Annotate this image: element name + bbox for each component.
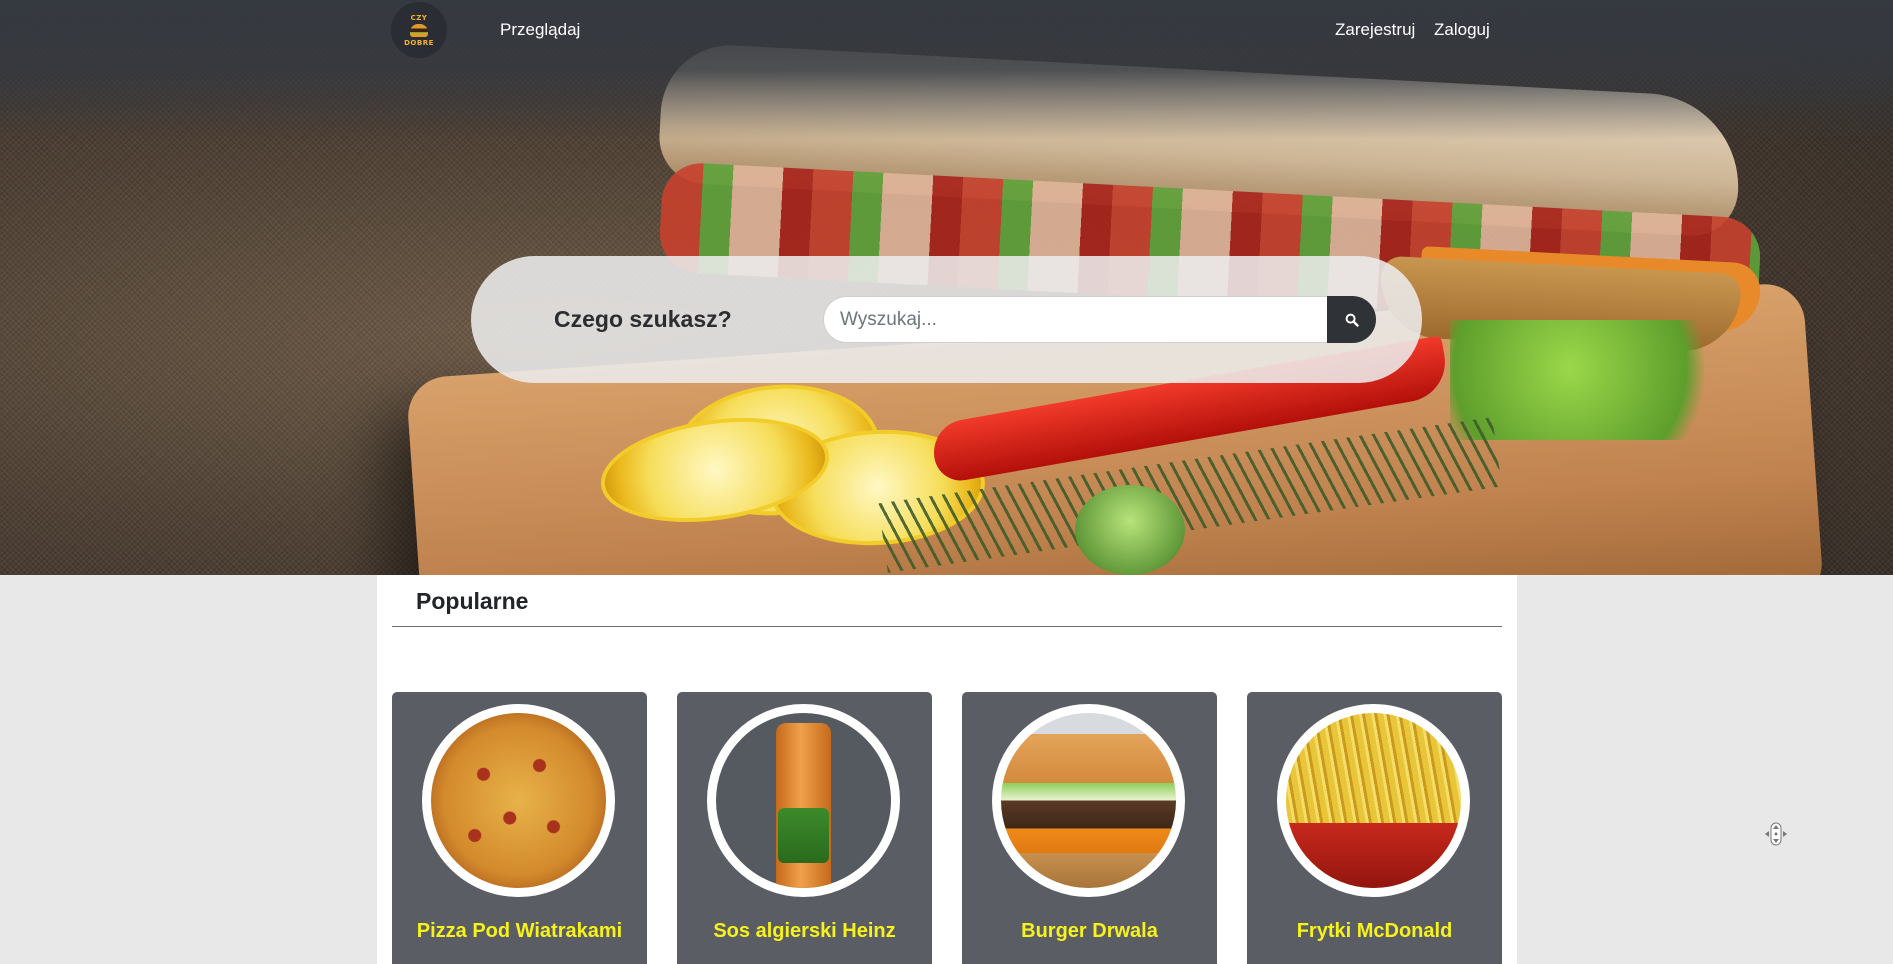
product-name: Burger Drwala <box>1021 920 1158 942</box>
product-card[interactable]: Sos algierski Heinz <box>677 692 932 964</box>
product-photo-pizza <box>422 704 615 897</box>
product-card[interactable]: Frytki McDonald <box>1247 692 1502 964</box>
product-photo-fries <box>1277 704 1470 897</box>
burger-icon <box>410 23 428 37</box>
sauce-bottle-image <box>776 723 831 888</box>
autoscroll-glyph <box>1765 822 1787 846</box>
section-divider <box>392 626 1502 627</box>
site-logo[interactable]: CZY DOBRE <box>391 2 447 58</box>
cucumber-image <box>1075 485 1185 575</box>
product-card[interactable]: Burger Drwala <box>962 692 1217 964</box>
popular-cards: Pizza Pod Wiatrakami Sos algierski Heinz… <box>392 692 1502 964</box>
product-name: Sos algierski Heinz <box>713 920 896 942</box>
lettuce-image <box>1450 320 1750 440</box>
product-name: Frytki McDonald <box>1296 920 1453 942</box>
search-icon <box>1345 313 1359 327</box>
search-panel: Czego szukasz? <box>471 256 1422 383</box>
sauce-label-image <box>778 808 829 863</box>
search-input[interactable] <box>823 296 1327 343</box>
autoscroll-icon[interactable] <box>1762 820 1790 848</box>
nav-browse-link[interactable]: Przeglądaj <box>500 20 580 40</box>
product-photo-sauce <box>707 704 900 897</box>
main-content: Popularne Pizza Pod Wiatrakami Sos algie… <box>377 575 1517 964</box>
fries-box-image <box>1286 823 1461 888</box>
popular-section-title: Popularne <box>416 588 529 614</box>
search-button[interactable] <box>1327 296 1376 343</box>
navbar: CZY DOBRE Przeglądaj Zarejestruj Zaloguj <box>0 0 1893 62</box>
product-card[interactable]: Pizza Pod Wiatrakami <box>392 692 647 964</box>
search-label: Czego szukasz? <box>554 306 732 332</box>
product-name: Pizza Pod Wiatrakami <box>416 920 623 942</box>
product-photo-burger <box>992 704 1185 897</box>
logo-text-top: CZY <box>410 13 428 22</box>
nav-register-link[interactable]: Zarejestruj <box>1335 20 1415 40</box>
logo-text-bottom: DOBRE <box>404 38 434 47</box>
nav-login-link[interactable]: Zaloguj <box>1434 20 1490 40</box>
